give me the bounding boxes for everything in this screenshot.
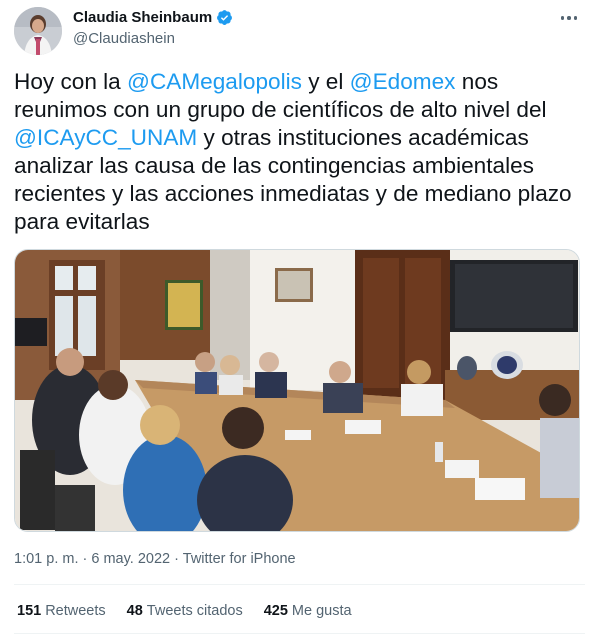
author-name-row: Claudia Sheinbaum: [73, 9, 233, 26]
mention-link[interactable]: @ICAyCC_UNAM: [14, 125, 197, 150]
retweets-stat[interactable]: 151 Retweets: [17, 603, 106, 619]
avatar-image: [14, 7, 62, 55]
more-options-icon[interactable]: [557, 8, 581, 28]
likes-label: Me gusta: [291, 603, 352, 619]
tweet-time[interactable]: 1:01 p. m.: [14, 551, 78, 567]
tweet-text-segment: y el: [301, 69, 350, 94]
likes-stat[interactable]: 425 Me gusta: [264, 603, 352, 619]
meeting-photo: [15, 250, 579, 531]
verified-badge-icon: [216, 9, 233, 26]
quotes-label: Tweets citados: [146, 603, 243, 619]
mention-link[interactable]: @CAMegalopolis: [127, 69, 302, 94]
tweet-source[interactable]: Twitter for iPhone: [183, 551, 296, 567]
tweet-text-segment: Hoy con la: [14, 69, 128, 94]
avatar[interactable]: [14, 7, 62, 55]
quotes-stat[interactable]: 48 Tweets citados: [127, 603, 243, 619]
likes-count: 425: [263, 603, 288, 619]
retweets-label: Retweets: [45, 603, 106, 619]
tweet-meta: 1:01 p. m. · 6 may. 2022 · Twitter for i…: [14, 551, 296, 567]
quotes-count: 48: [126, 603, 143, 619]
author-handle[interactable]: @Claudiashein: [73, 30, 175, 47]
tweet: Claudia Sheinbaum @Claudiashein Hoy con …: [0, 0, 599, 638]
mention-link[interactable]: @Edomex: [350, 69, 456, 94]
divider: [14, 584, 585, 585]
divider: [14, 633, 585, 634]
retweets-count: 151: [17, 603, 42, 619]
tweet-date[interactable]: 6 may. 2022: [91, 551, 170, 567]
meta-separator: ·: [174, 551, 179, 567]
tweet-photo[interactable]: [14, 249, 580, 532]
author-display-name[interactable]: Claudia Sheinbaum: [73, 9, 212, 26]
meta-separator: ·: [82, 551, 88, 567]
tweet-stats: 151 Retweets 48 Tweets citados 425 Me gusta: [17, 603, 352, 619]
tweet-text: Hoy con la @CAMegalopolis y el @Edomex n…: [14, 68, 586, 236]
